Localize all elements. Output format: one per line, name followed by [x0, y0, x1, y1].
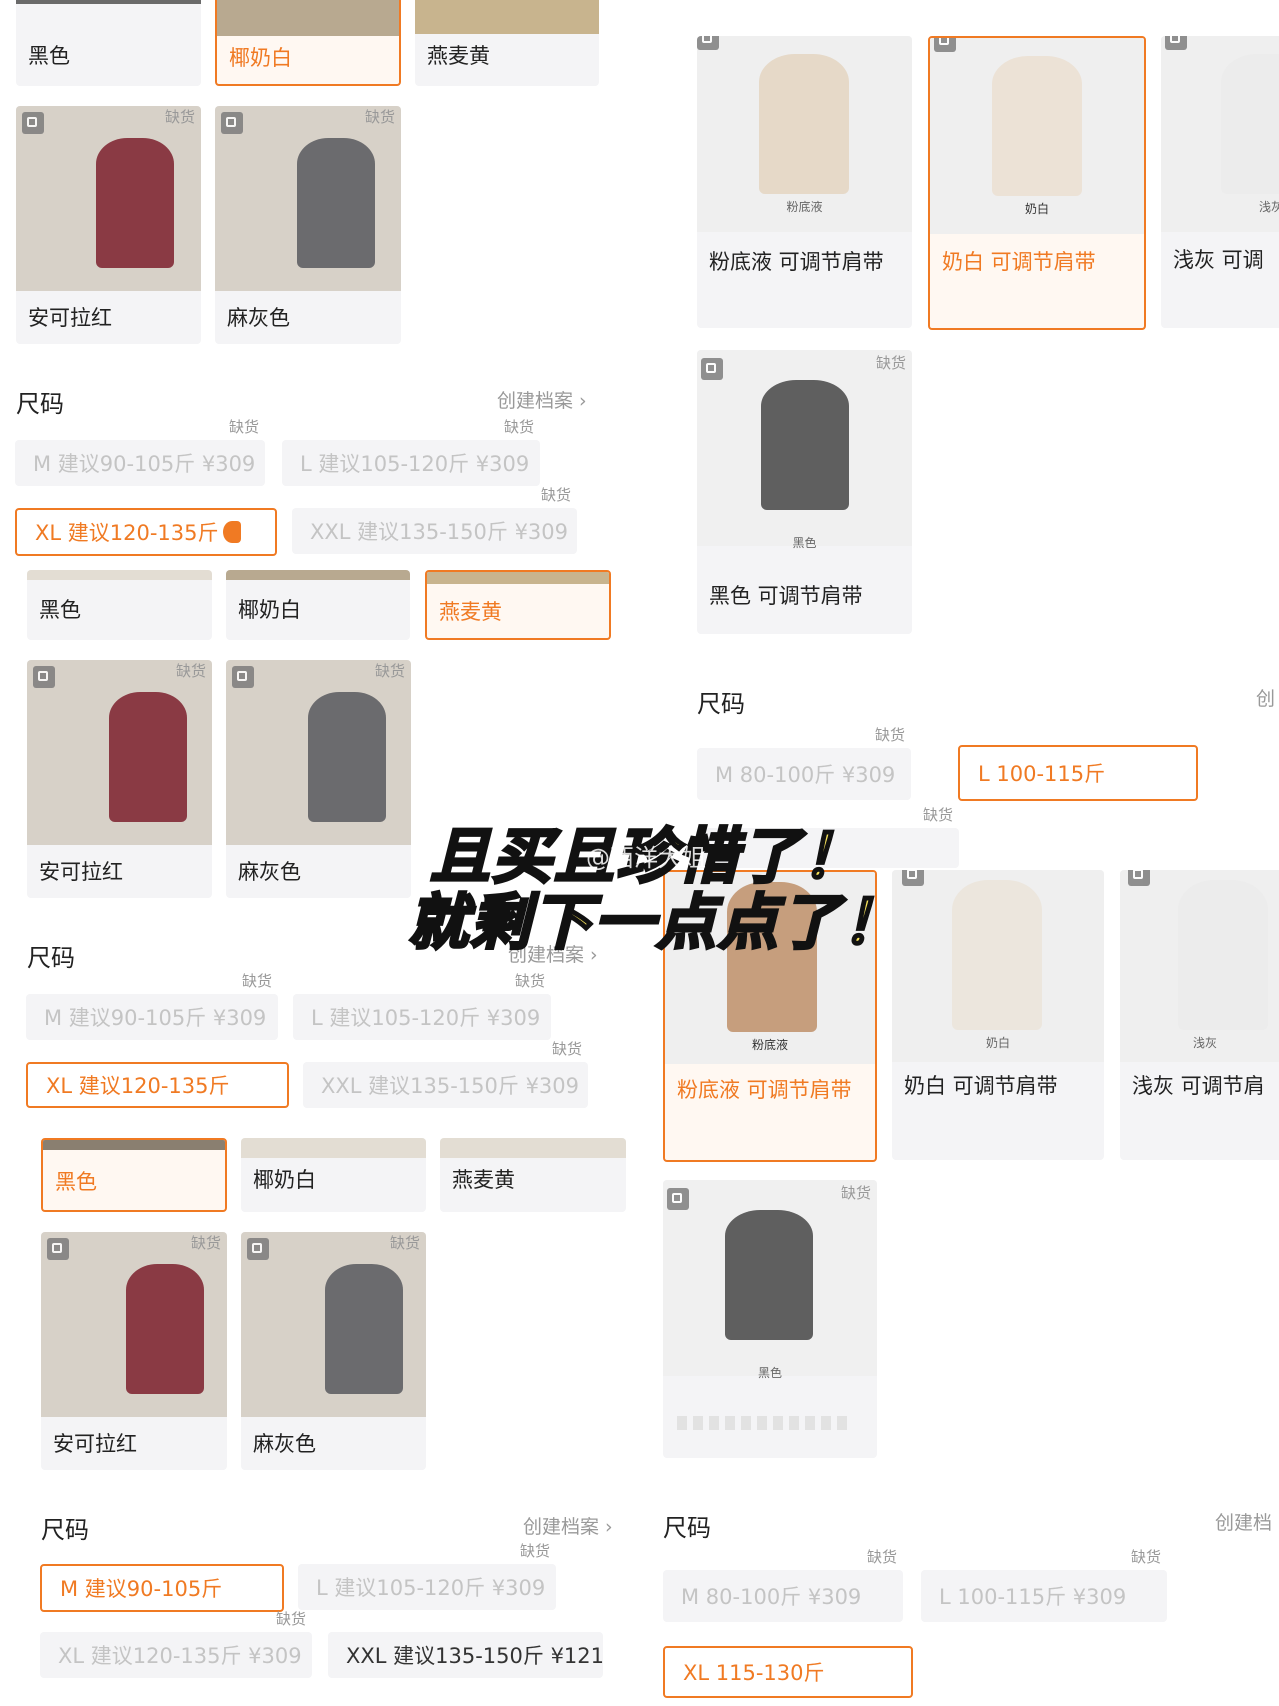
size-option-l[interactable]: L 建议105-120斤 ¥309 缺货: [298, 1542, 556, 1610]
color-chip-black[interactable]: 黑色: [41, 1138, 227, 1212]
product-card-light-gray[interactable]: 浅灰 浅灰 可调节肩: [1120, 870, 1279, 1160]
expand-icon[interactable]: [667, 1188, 689, 1210]
size-section-title: 尺码: [697, 690, 745, 718]
product-card-black[interactable]: 黑色 缺货: [663, 1180, 877, 1458]
size-option-m[interactable]: M 建议90-105斤 ¥309 缺货: [15, 418, 265, 486]
expand-icon[interactable]: [1165, 36, 1187, 50]
camisole-black-image: [725, 1210, 813, 1340]
expand-icon[interactable]: [22, 112, 44, 134]
camisole-milk-white-image: [952, 880, 1042, 1030]
size-section-title: 尺码: [41, 1516, 89, 1544]
product-card-red[interactable]: 缺货 安可拉红: [41, 1232, 227, 1470]
product-card-red[interactable]: 缺货 安可拉红: [27, 660, 212, 898]
size-option-xxl[interactable]: XXL 建议135-150斤 ¥309 缺货: [292, 486, 577, 554]
create-profile-link[interactable]: 创建档案 ›: [497, 386, 587, 413]
expand-icon[interactable]: [697, 36, 719, 50]
create-profile-link[interactable]: 创建档: [1215, 1508, 1272, 1535]
expand-icon[interactable]: [247, 1238, 269, 1260]
out-of-stock-tag: 缺货: [840, 1184, 871, 1202]
expand-icon[interactable]: [1128, 870, 1150, 886]
size-option-l[interactable]: L 100-115斤: [958, 745, 1198, 801]
size-option-xxl[interactable]: XXL 建议135-150斤 ¥121: [328, 1632, 604, 1678]
size-option-m[interactable]: M 建议90-105斤 ¥309 缺货: [26, 972, 278, 1040]
product-card-gray[interactable]: 缺货 麻灰色: [215, 106, 401, 344]
size-option-l[interactable]: L 建议105-120斤 ¥309 缺货: [293, 972, 551, 1040]
color-chip-black[interactable]: 黑色: [27, 570, 212, 640]
expand-icon[interactable]: [902, 870, 924, 886]
size-option-l[interactable]: L 建议105-120斤 ¥309 缺货: [282, 418, 540, 486]
product-card-red[interactable]: 缺货 安可拉红: [16, 106, 201, 344]
size-option-m[interactable]: M 建议90-105斤: [40, 1564, 284, 1612]
size-section-title: 尺码: [16, 390, 64, 418]
color-chip-oat-yellow[interactable]: 燕麦黄: [425, 570, 611, 640]
out-of-stock-tag: 缺货: [190, 1234, 221, 1252]
size-section-title: 尺码: [663, 1514, 711, 1542]
watermark: @西洋大姐: [586, 844, 706, 872]
camisole-gray-image: [325, 1264, 403, 1394]
size-option-xl[interactable]: XL 115-130斤: [663, 1646, 913, 1698]
out-of-stock-tag: 缺货: [374, 662, 405, 680]
create-profile-link[interactable]: 创: [1256, 684, 1275, 711]
size-option-xl[interactable]: XL 建议120-135斤 ¥309 缺货: [40, 1610, 312, 1678]
product-card-foundation[interactable]: 粉底液 粉底液 可调节肩带: [697, 36, 912, 328]
camisole-red-image: [109, 692, 187, 822]
out-of-stock-tag: 缺货: [389, 1234, 420, 1252]
color-chip-oat-yellow[interactable]: 燕麦黄: [440, 1138, 626, 1212]
expand-icon[interactable]: [701, 358, 723, 380]
expand-icon[interactable]: [232, 666, 254, 688]
expand-icon[interactable]: [33, 666, 55, 688]
out-of-stock-tag: 缺货: [164, 108, 195, 126]
overlay-caption-line-2: 就剩下一点点了！: [407, 887, 904, 960]
color-chip-coconut-white[interactable]: 椰奶白: [241, 1138, 426, 1212]
camisole-gray-image: [308, 692, 386, 822]
size-option-m[interactable]: M 80-100斤 ¥309 缺货: [697, 726, 911, 800]
camisole-milk-white-image: [992, 56, 1082, 196]
product-card-milk-white[interactable]: 奶白 奶白 可调节肩带: [892, 870, 1104, 1160]
blurred-label: [677, 1416, 847, 1430]
size-option-xl[interactable]: XL 建议120-135斤: [26, 1062, 289, 1108]
cursor-dot: [222, 521, 241, 543]
expand-icon[interactable]: [934, 38, 956, 52]
product-card-black[interactable]: 黑色 缺货 黑色 可调节肩带: [697, 350, 912, 634]
color-chip-coconut-white[interactable]: 椰奶白: [215, 0, 401, 86]
expand-icon[interactable]: [47, 1238, 69, 1260]
camisole-foundation-image: [759, 54, 849, 194]
camisole-red-image: [96, 138, 174, 268]
camisole-red-image: [126, 1264, 204, 1394]
camisole-light-gray-image: [1221, 54, 1279, 194]
out-of-stock-tag: 缺货: [875, 354, 906, 372]
out-of-stock-tag: 缺货: [364, 108, 395, 126]
size-option-m[interactable]: M 80-100斤 ¥309 缺货: [663, 1548, 903, 1622]
color-chip-oat-yellow[interactable]: 燕麦黄: [415, 0, 599, 86]
camisole-gray-image: [297, 138, 375, 268]
create-profile-link[interactable]: 创建档案 ›: [523, 1512, 613, 1539]
product-card-gray[interactable]: 缺货 麻灰色: [241, 1232, 426, 1470]
product-card-gray[interactable]: 缺货 麻灰色: [226, 660, 411, 898]
out-of-stock-tag: 缺货: [175, 662, 206, 680]
size-section-title: 尺码: [27, 944, 75, 972]
product-card-milk-white[interactable]: 奶白 奶白 可调节肩带: [928, 36, 1146, 330]
size-option-xxl[interactable]: XXL 建议135-150斤 ¥309 缺货: [303, 1040, 588, 1108]
product-card-light-gray[interactable]: 浅灰 浅灰 可调: [1161, 36, 1279, 328]
expand-icon[interactable]: [221, 112, 243, 134]
size-option-xl[interactable]: XL 建议120-135斤: [15, 508, 277, 556]
color-chip-coconut-white[interactable]: 椰奶白: [226, 570, 410, 640]
camisole-light-gray-image: [1178, 880, 1268, 1030]
camisole-black-image: [761, 380, 849, 510]
color-chip-black[interactable]: 黑色: [16, 0, 201, 86]
size-option-l[interactable]: L 100-115斤 ¥309 缺货: [921, 1548, 1167, 1622]
